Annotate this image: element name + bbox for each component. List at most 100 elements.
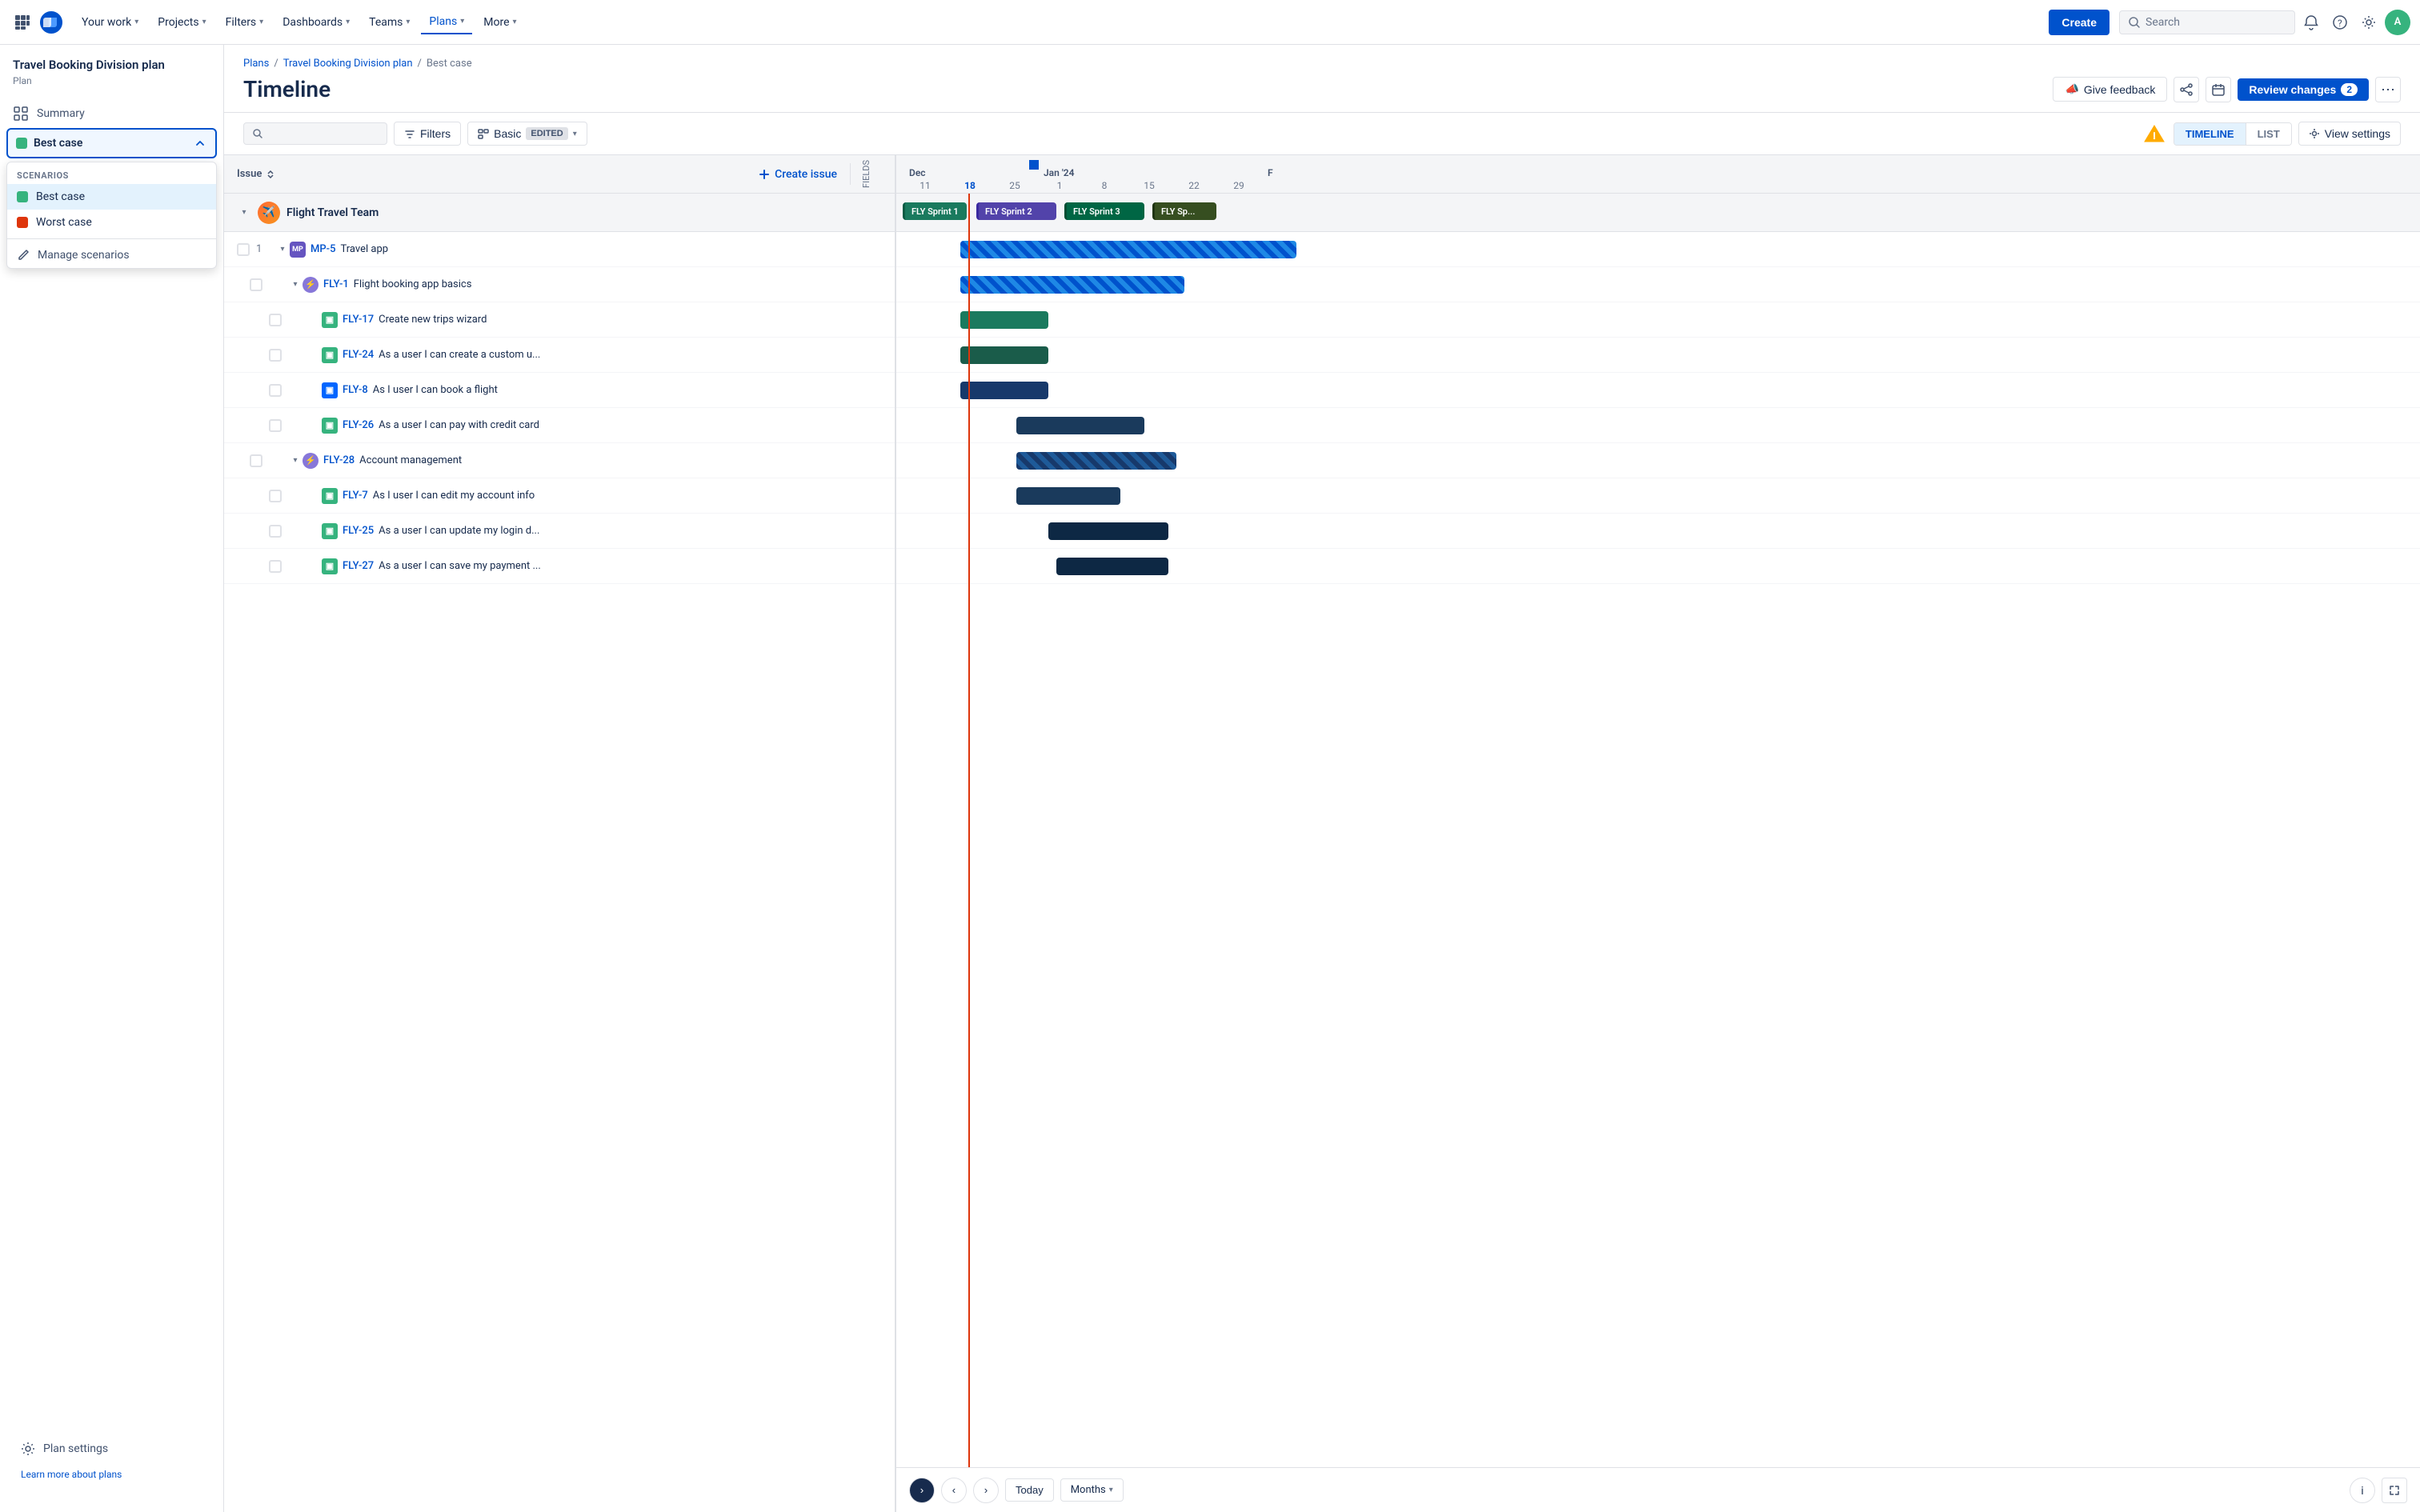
- jira-logo[interactable]: [38, 10, 64, 35]
- plan-settings-button[interactable]: Plan settings: [13, 1435, 210, 1462]
- gantt-row: [896, 373, 2420, 408]
- view-settings-button[interactable]: View settings: [2298, 122, 2401, 146]
- help-icon[interactable]: ?: [2327, 10, 2353, 35]
- nav-filters[interactable]: Filters ▾: [218, 11, 272, 34]
- scenario-option-worst[interactable]: Worst case: [7, 210, 216, 235]
- avatar[interactable]: A: [2385, 10, 2410, 35]
- toolbar-search[interactable]: [243, 122, 387, 145]
- row-checkbox[interactable]: [250, 278, 262, 291]
- expand-icon[interactable]: ▾: [275, 242, 290, 257]
- row-checkbox[interactable]: [269, 384, 282, 397]
- view-toggle: TIMELINE LIST: [2174, 122, 2292, 146]
- gantt-bar-fly17[interactable]: [960, 311, 1048, 329]
- nav-your-work[interactable]: Your work ▾: [74, 11, 146, 34]
- gantt-today-button[interactable]: Today: [1005, 1478, 1054, 1502]
- gantt-date: 15: [1127, 178, 1172, 193]
- row-checkbox[interactable]: [237, 243, 250, 256]
- list-view-button[interactable]: LIST: [2246, 123, 2291, 145]
- settings-icon[interactable]: [2356, 10, 2382, 35]
- row-checkbox[interactable]: [269, 525, 282, 538]
- expand-icon[interactable]: ▾: [288, 454, 302, 468]
- groupby-button[interactable]: Basic EDITED ▾: [467, 122, 587, 146]
- expand-placeholder: [307, 348, 322, 362]
- create-issue-button[interactable]: Create issue: [752, 165, 843, 184]
- row-checkbox[interactable]: [269, 490, 282, 502]
- issue-icon-story: ▣: [322, 523, 338, 539]
- give-feedback-button[interactable]: 📣 Give feedback: [2053, 77, 2167, 102]
- apps-icon[interactable]: [10, 10, 35, 35]
- issue-rows: ▾ ✈️ Flight Travel Team 1 ▾ MP MP-5 Trav…: [224, 194, 895, 1512]
- table-row[interactable]: ▣ FLY-24 As a user I can create a custom…: [224, 338, 895, 373]
- table-row[interactable]: ▣ FLY-17 Create new trips wizard: [224, 302, 895, 338]
- warning-icon[interactable]: [2142, 121, 2167, 146]
- gantt-row: [896, 408, 2420, 443]
- more-options-button[interactable]: ···: [2375, 77, 2401, 102]
- gantt-expand-button[interactable]: [2382, 1478, 2407, 1503]
- manage-scenarios-button[interactable]: Manage scenarios: [7, 242, 216, 268]
- timeline-view-button[interactable]: TIMELINE: [2174, 123, 2246, 145]
- table-row[interactable]: ▣ FLY-25 As a user I can update my login…: [224, 514, 895, 549]
- gantt-date: 11: [903, 178, 948, 193]
- notifications-icon[interactable]: [2298, 10, 2324, 35]
- gantt-bar-fly26[interactable]: [1016, 417, 1144, 434]
- table-row[interactable]: ▣ FLY-8 As I user I can book a flight: [224, 373, 895, 408]
- nav-teams[interactable]: Teams ▾: [361, 11, 418, 34]
- table-row[interactable]: ▣ FLY-27 As a user I can save my payment…: [224, 549, 895, 584]
- expand-icon[interactable]: ▾: [237, 206, 251, 220]
- gantt-bar-fly24[interactable]: [960, 346, 1048, 364]
- gantt-bar-fly7[interactable]: [1016, 487, 1120, 505]
- plus-icon: [759, 169, 770, 180]
- issue-col-header[interactable]: Issue: [237, 168, 274, 180]
- table-row[interactable]: ▣ FLY-7 As I user I can edit my account …: [224, 478, 895, 514]
- gantt-forward-button[interactable]: ›: [909, 1478, 935, 1503]
- nav-plans[interactable]: Plans ▾: [421, 10, 472, 34]
- scenario-dot-green: [17, 191, 28, 202]
- feedback-icon: 📣: [2065, 82, 2078, 96]
- group-header-flight-travel-team[interactable]: ▾ ✈️ Flight Travel Team: [224, 194, 895, 232]
- gantt-bar-fly8[interactable]: [960, 382, 1048, 399]
- gantt-bar-mp5[interactable]: [960, 241, 1296, 258]
- fields-label: FIELDS: [858, 157, 875, 191]
- filters-button[interactable]: Filters: [394, 122, 461, 146]
- gantt-bar-fly27[interactable]: [1056, 558, 1168, 575]
- nav-more[interactable]: More ▾: [475, 11, 524, 34]
- table-row[interactable]: 1 ▾ MP MP-5 Travel app: [224, 232, 895, 267]
- row-checkbox[interactable]: [269, 314, 282, 326]
- row-checkbox[interactable]: [269, 560, 282, 573]
- gantt-prev-button[interactable]: ‹: [941, 1478, 967, 1503]
- row-checkbox[interactable]: [269, 349, 282, 362]
- row-checkbox[interactable]: [250, 454, 262, 467]
- gantt-nav-right: i: [2350, 1478, 2407, 1503]
- nav-projects[interactable]: Projects ▾: [150, 11, 214, 34]
- gantt-bar-fly25[interactable]: [1048, 522, 1168, 540]
- scenario-dot-green: [16, 138, 27, 149]
- sprint-bar-fly2: FLY Sprint 2: [976, 202, 1056, 220]
- scenario-option-best[interactable]: Best case: [7, 184, 216, 210]
- row-checkbox[interactable]: [269, 419, 282, 432]
- gantt-info-button[interactable]: i: [2350, 1478, 2375, 1503]
- timeline-area: Issue Create issue FIELDS: [224, 155, 2420, 1512]
- today-line: [968, 194, 970, 1467]
- gantt-next-button[interactable]: ›: [973, 1478, 999, 1503]
- issue-icon-story: ▣: [322, 312, 338, 328]
- table-row[interactable]: ▾ ⚡ FLY-28 Account management: [224, 443, 895, 478]
- breadcrumb-division-plan[interactable]: Travel Booking Division plan: [283, 58, 413, 70]
- calendar-button[interactable]: [2206, 77, 2231, 102]
- table-row[interactable]: ▣ FLY-26 As a user I can pay with credit…: [224, 408, 895, 443]
- gantt-bar-fly28[interactable]: [1016, 452, 1176, 470]
- scenario-dropdown-button[interactable]: Best case: [6, 128, 217, 158]
- expand-icon[interactable]: ▾: [288, 278, 302, 292]
- gantt-bar-fly1[interactable]: [960, 276, 1184, 294]
- expand-placeholder: [307, 383, 322, 398]
- issue-icon-story: ▣: [322, 382, 338, 398]
- create-button[interactable]: Create: [2049, 10, 2109, 35]
- sidebar-item-summary[interactable]: Summary: [0, 99, 223, 128]
- learn-more-link[interactable]: Learn more about plans: [13, 1462, 210, 1486]
- breadcrumb-plans[interactable]: Plans: [243, 58, 269, 70]
- nav-dashboards[interactable]: Dashboards ▾: [274, 11, 358, 34]
- review-changes-button[interactable]: Review changes 2: [2238, 78, 2369, 101]
- share-button[interactable]: [2174, 77, 2199, 102]
- gantt-months-select[interactable]: Months ▾: [1060, 1478, 1124, 1502]
- search-box[interactable]: Search: [2119, 10, 2295, 34]
- table-row[interactable]: ▾ ⚡ FLY-1 Flight booking app basics: [224, 267, 895, 302]
